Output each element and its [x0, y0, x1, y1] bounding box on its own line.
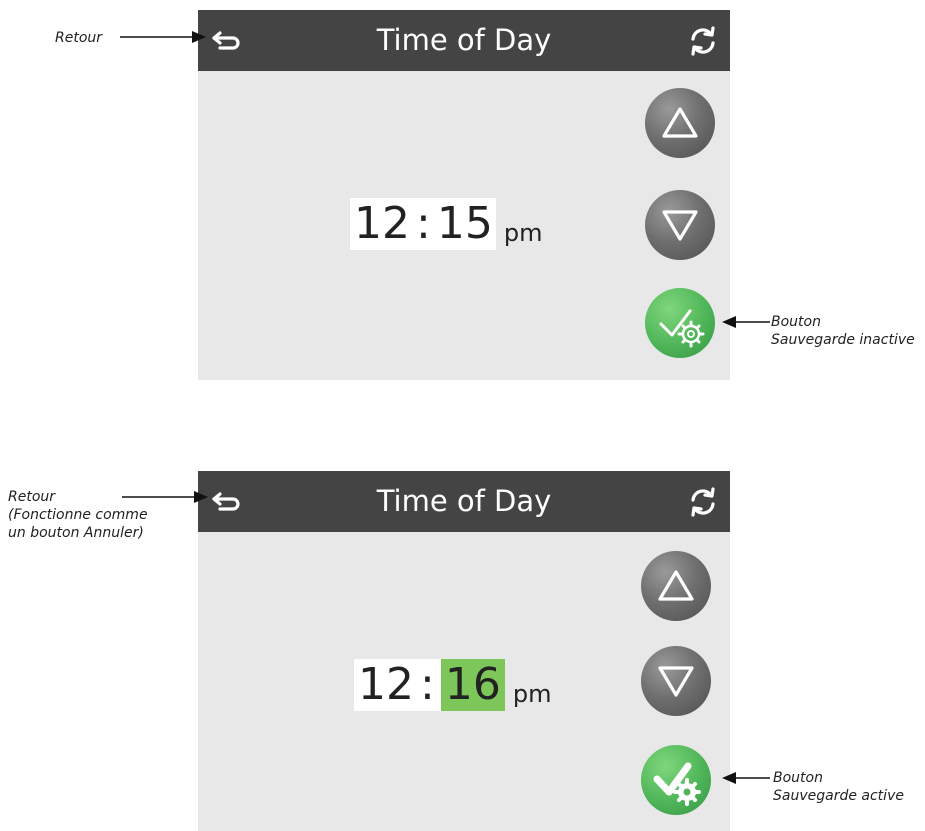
triangle-down-icon	[658, 666, 694, 697]
check-gear-icon	[659, 309, 705, 348]
annotation-line: un bouton Annuler)	[8, 525, 144, 541]
time-of-day-screen-inactive: Time of Day 12 : 15 pm	[198, 10, 730, 380]
ampm-value[interactable]: pm	[504, 216, 543, 250]
time-separator: :	[414, 659, 441, 711]
page-title: Time of Day	[376, 484, 552, 518]
header-bar: Time of Day	[198, 471, 730, 532]
save-button-inactive[interactable]	[645, 288, 715, 358]
annotation-arrow-left	[722, 772, 770, 784]
header-bar: Time of Day	[198, 10, 730, 71]
annotation-save-active: Bouton Sauvegarde active	[773, 769, 904, 805]
down-button[interactable]	[641, 646, 711, 716]
annotation-line: Sauvegarde inactive	[771, 332, 915, 348]
annotation-line: Bouton	[773, 770, 823, 786]
triangle-up-icon	[658, 570, 694, 601]
annotation-save-inactive: Bouton Sauvegarde inactive	[771, 313, 915, 349]
page-title: Time of Day	[376, 23, 552, 57]
time-display: 12 : 15 pm	[350, 198, 542, 250]
time-of-day-screen-active: Time of Day 12 : 16 pm	[198, 471, 730, 831]
time-separator: :	[410, 198, 437, 250]
annotation-arrow-right	[120, 31, 206, 43]
minutes-value[interactable]: 15	[436, 198, 496, 250]
refresh-icon	[691, 487, 715, 517]
hours-value[interactable]: 12	[354, 659, 414, 711]
triangle-up-icon	[662, 107, 698, 138]
annotation-arrow-left	[722, 316, 770, 328]
hours-value[interactable]: 12	[350, 198, 410, 250]
annotation-line: Sauvegarde active	[773, 788, 904, 804]
ampm-value[interactable]: pm	[513, 677, 552, 711]
refresh-button[interactable]	[686, 485, 720, 519]
annotation-line: Bouton	[771, 314, 821, 330]
up-button[interactable]	[641, 551, 711, 621]
refresh-icon	[691, 26, 715, 56]
time-display: 12 : 16 pm	[354, 659, 551, 711]
down-button[interactable]	[645, 190, 715, 260]
annotation-arrow-right	[122, 491, 208, 503]
refresh-button[interactable]	[686, 24, 720, 58]
triangle-down-icon	[662, 210, 698, 241]
annotation-back: Retour	[55, 30, 103, 46]
check-gear-icon	[653, 762, 701, 806]
annotation-line: (Fonctionne comme	[8, 507, 148, 523]
save-button-active[interactable]	[641, 745, 711, 815]
up-button[interactable]	[645, 88, 715, 158]
minutes-value-selected[interactable]: 16	[440, 659, 505, 711]
